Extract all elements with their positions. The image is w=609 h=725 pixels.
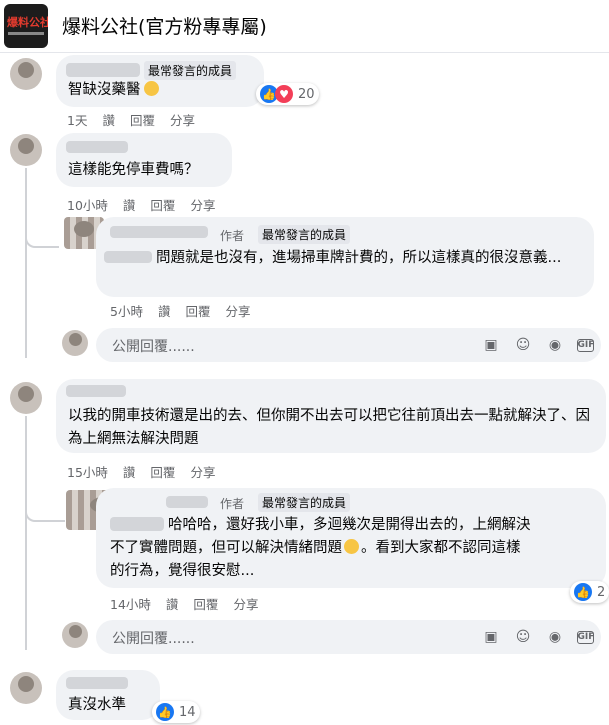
comment-actions: 14小時讚回覆 分享 — [110, 594, 273, 613]
top-fan-badge: 最常發言的成員 — [144, 61, 237, 80]
comment-actions: 10小時讚回覆 分享 — [67, 195, 230, 214]
timestamp[interactable]: 14小時 — [110, 597, 151, 612]
comment-bubble: 這樣能免停車費嗎？ — [56, 133, 232, 187]
logo-text: 爆料公社 — [7, 16, 48, 29]
comment-actions: 15小時讚回覆 分享 — [67, 462, 230, 481]
comment-text: 智缺沒藥醫 — [68, 79, 159, 102]
timestamp[interactable]: 5小時 — [110, 304, 143, 319]
comment-text: 真沒水準 — [68, 697, 126, 713]
top-fan-badge: 最常發言的成員 — [258, 225, 351, 244]
comment-text: 這樣能免停車費嗎？ — [68, 162, 199, 178]
emoji-icon[interactable]: ☺ — [514, 628, 532, 646]
my-avatar[interactable] — [62, 330, 88, 356]
reply-button[interactable]: 回覆 — [193, 597, 218, 612]
share-button[interactable]: 分享 — [170, 113, 195, 128]
sticker-icon[interactable]: ▣ — [482, 336, 500, 354]
comment-bubble: 最常發言的成員 智缺沒藥醫 — [56, 55, 264, 107]
share-button[interactable]: 分享 — [233, 597, 258, 612]
comment-bubble: 以我的開車技術還是出的去、但你開不出去可以把它往前頂出去一點就解決了、因為上網無… — [56, 379, 606, 453]
camera-icon[interactable]: ◉ — [546, 628, 564, 646]
avatar[interactable] — [10, 382, 42, 414]
author-name-blurred[interactable] — [66, 385, 126, 397]
author-name-blurred[interactable] — [166, 496, 208, 508]
like-button[interactable]: 讚 — [123, 198, 136, 213]
comment-actions: 5小時讚回覆 分享 — [110, 301, 266, 320]
reaction-summary[interactable]: 👍 14 — [152, 701, 200, 723]
share-button[interactable]: 分享 — [225, 304, 250, 319]
comment-bubble: 真沒水準 — [56, 670, 160, 720]
like-button[interactable]: 讚 — [166, 597, 179, 612]
reply-button[interactable]: 回覆 — [130, 113, 155, 128]
reply-text: 問題就是也沒有，進場掃車牌計費的，所以這樣真的很沒意義... — [156, 250, 562, 266]
reply-text-line-3: 的行為，覺得很安慰... — [110, 563, 255, 579]
avatar[interactable] — [10, 134, 42, 166]
smile-emoji-icon — [143, 81, 159, 96]
reaction-count: 14 — [179, 704, 196, 720]
love-icon: ♥ — [275, 85, 293, 103]
author-tag: 作者 — [220, 229, 245, 243]
reply-bubble: 作者 最常發言的成員 哈哈哈，還好我小車，多迴幾次是開得出去的，上網解決 不了實… — [96, 488, 606, 588]
reaction-count: 2 — [597, 584, 606, 600]
reply-button[interactable]: 回覆 — [150, 465, 175, 480]
reaction-summary[interactable]: 👍 2 — [570, 581, 609, 603]
author-name-blurred[interactable] — [110, 226, 208, 238]
author-tag: 作者 — [220, 497, 245, 511]
reply-input[interactable]: 公開回覆...... ▣ ☺ ◉ GIF — [96, 620, 601, 654]
grin-emoji-icon — [344, 539, 359, 554]
share-button[interactable]: 分享 — [190, 465, 215, 480]
reply-input[interactable]: 公開回覆...... ▣ ☺ ◉ GIF — [96, 328, 601, 362]
timestamp[interactable]: 10小時 — [67, 198, 108, 213]
author-name-blurred[interactable] — [66, 63, 140, 77]
thread-connector — [25, 506, 65, 522]
sticker-icon[interactable]: ▣ — [482, 628, 500, 646]
reaction-count: 20 — [298, 86, 315, 102]
reply-text-line-1: 哈哈哈，還好我小車，多迴幾次是開得出去的，上網解決 — [168, 517, 531, 533]
emoji-icon[interactable]: ☺ — [514, 336, 532, 354]
thread-line — [25, 416, 27, 650]
mention-blurred[interactable] — [110, 517, 164, 531]
my-avatar[interactable] — [62, 622, 88, 648]
comment-actions: 1天讚回覆 分享 — [67, 110, 210, 129]
page-title[interactable]: 爆料公社(官方粉專專屬) — [62, 12, 267, 39]
top-fan-badge: 最常發言的成員 — [258, 493, 351, 512]
like-button[interactable]: 讚 — [158, 304, 171, 319]
reply-bubble: 作者 最常發言的成員 問題就是也沒有，進場掃車牌計費的，所以這樣真的很沒意義..… — [96, 217, 594, 297]
like-icon: 👍 — [156, 703, 174, 721]
thread-connector — [25, 232, 59, 248]
gif-icon[interactable]: GIF — [576, 628, 594, 646]
like-button[interactable]: 讚 — [123, 465, 136, 480]
reply-button[interactable]: 回覆 — [185, 304, 210, 319]
reply-text-line-2: 不了實體問題，但可以解決情緒問題 。看到大家都不認同這樣 — [110, 539, 521, 556]
camera-icon[interactable]: ◉ — [546, 336, 564, 354]
timestamp[interactable]: 15小時 — [67, 465, 108, 480]
page-header: 爆料公社 爆料公社(官方粉專專屬) — [0, 0, 609, 53]
like-button[interactable]: 讚 — [102, 113, 115, 128]
author-name-blurred[interactable] — [66, 677, 128, 689]
thread-line — [25, 168, 27, 358]
page-logo[interactable]: 爆料公社 — [4, 4, 48, 48]
timestamp[interactable]: 1天 — [67, 113, 87, 128]
gif-icon[interactable]: GIF — [576, 336, 594, 354]
like-icon: 👍 — [574, 583, 592, 601]
reply-placeholder: 公開回覆...... — [112, 631, 195, 647]
author-name-blurred[interactable] — [66, 141, 128, 153]
avatar[interactable] — [10, 58, 42, 90]
share-button[interactable]: 分享 — [190, 198, 215, 213]
comment-text: 以我的開車技術還是出的去、但你開不出去可以把它往前頂出去一點就解決了、因為上網無… — [68, 408, 590, 447]
reaction-summary[interactable]: 👍 ♥ 20 — [256, 83, 319, 105]
reply-placeholder: 公開回覆...... — [112, 339, 195, 355]
avatar[interactable] — [10, 672, 42, 704]
reply-button[interactable]: 回覆 — [150, 198, 175, 213]
